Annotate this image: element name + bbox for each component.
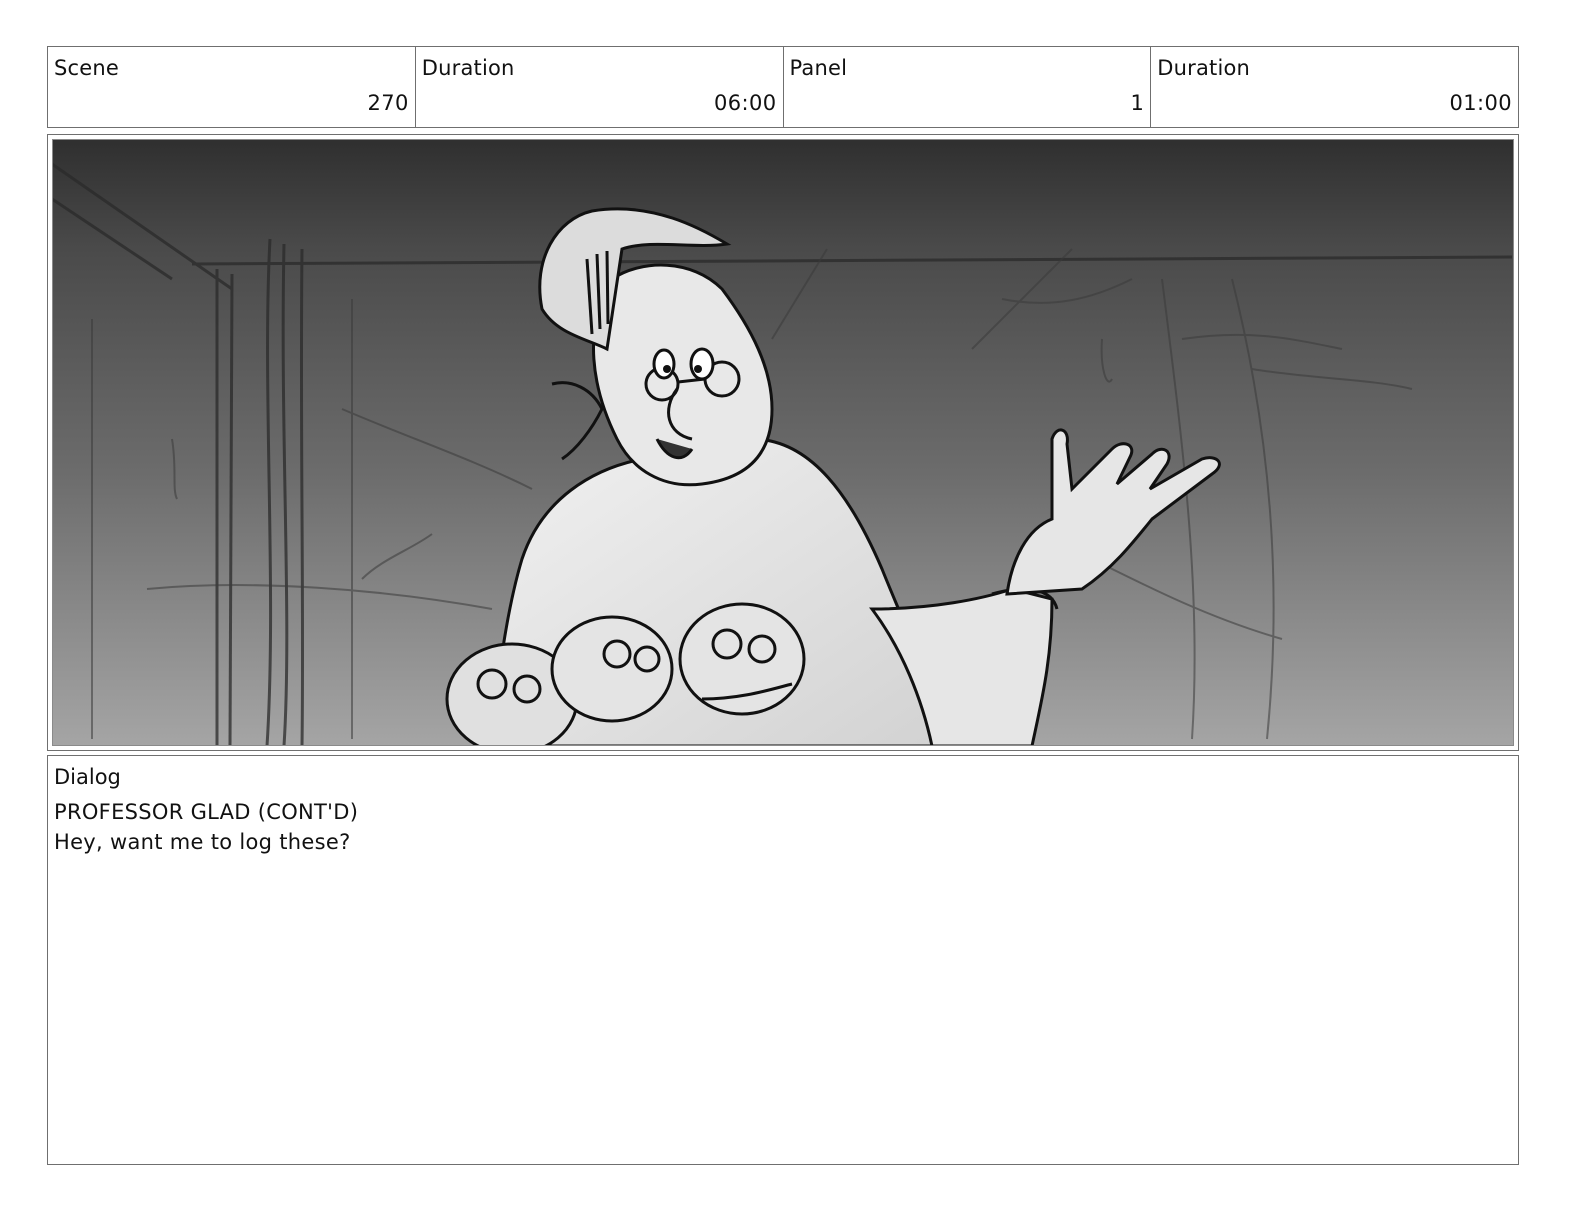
panel-value: 1 — [1130, 91, 1145, 115]
panel-duration-value: 01:00 — [1449, 91, 1512, 115]
header-table: Scene 270 Duration 06:00 Panel 1 Duratio… — [47, 46, 1519, 128]
scene-cell: Scene 270 — [48, 47, 416, 127]
panel-duration-label: Duration — [1157, 56, 1251, 80]
scene-label: Scene — [54, 56, 120, 80]
dialog-text: Hey, want me to log these? — [54, 830, 351, 854]
panel-duration-cell: Duration 01:00 — [1151, 47, 1518, 127]
dialog-label: Dialog — [54, 765, 121, 789]
panel-cell: Panel 1 — [784, 47, 1152, 127]
scene-duration-cell: Duration 06:00 — [416, 47, 784, 127]
storyboard-sketch-image — [52, 139, 1514, 746]
panel-label: Panel — [789, 56, 848, 80]
scene-duration-value: 06:00 — [713, 91, 777, 115]
scene-value: 270 — [367, 91, 409, 115]
scene-duration-label: Duration — [421, 56, 515, 80]
dialog-speaker: PROFESSOR GLAD (CONT'D) — [54, 800, 359, 824]
storyboard-panel — [47, 134, 1519, 751]
dialog-box: Dialog PROFESSOR GLAD (CONT'D) Hey, want… — [47, 755, 1519, 1165]
